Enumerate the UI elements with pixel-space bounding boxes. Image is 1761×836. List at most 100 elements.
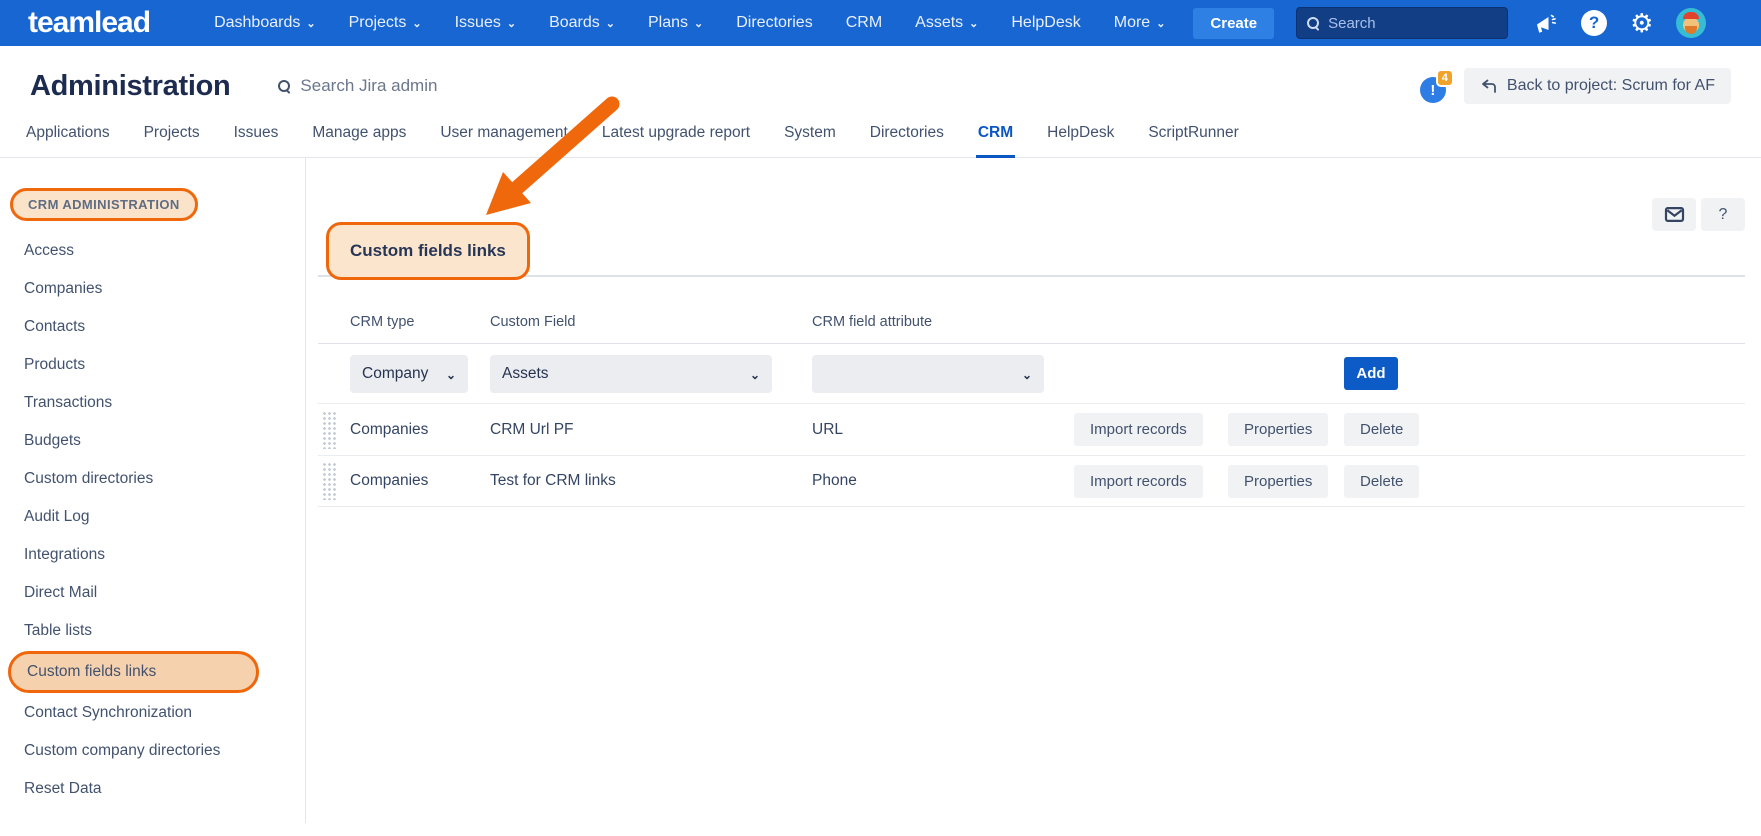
admin-search[interactable]: [278, 76, 530, 96]
tab-crm[interactable]: CRM: [976, 120, 1015, 157]
chevron-down-icon: ⌄: [606, 19, 615, 30]
sidebar-item-table-lists[interactable]: Table lists: [0, 612, 305, 650]
nav-directories[interactable]: Directories: [736, 14, 812, 32]
page: teamlead Dashboards⌄ Projects⌄ Issues⌄ B…: [0, 0, 1761, 836]
create-button[interactable]: Create: [1193, 8, 1274, 39]
cell-attribute: URL: [812, 421, 1074, 439]
tab-manage-apps[interactable]: Manage apps: [310, 120, 408, 157]
chevron-down-icon: ⌄: [306, 19, 315, 30]
admin-tabs: Applications Projects Issues Manage apps…: [0, 120, 1761, 158]
sidebar-item-budgets[interactable]: Budgets: [0, 422, 305, 460]
table-row: Companies Test for CRM links Phone Impor…: [318, 455, 1745, 507]
return-arrow-icon: [1480, 79, 1497, 94]
sidebar-item-custom-company-directories[interactable]: Custom company directories: [0, 732, 305, 770]
nav-crm[interactable]: CRM: [846, 14, 882, 32]
tab-helpdesk[interactable]: HelpDesk: [1045, 120, 1116, 157]
notification-indicator[interactable]: ! 4: [1420, 69, 1450, 103]
col-crm-field-attribute: CRM field attribute: [812, 314, 1074, 330]
import-records-button[interactable]: Import records: [1074, 465, 1203, 498]
cell-attribute: Phone: [812, 472, 1074, 490]
search-icon: [278, 80, 291, 93]
sidebar-list: Access Companies Contacts Products Trans…: [0, 232, 305, 808]
back-to-project-button[interactable]: Back to project: Scrum for AF: [1464, 68, 1731, 104]
tab-system[interactable]: System: [782, 120, 838, 157]
cell-crm-type: Companies: [350, 472, 490, 490]
sidebar-item-custom-fields-links[interactable]: Custom fields links: [8, 651, 259, 693]
navbar-menu: Dashboards⌄ Projects⌄ Issues⌄ Boards⌄ Pl…: [214, 14, 1165, 32]
chevron-down-icon: ⌄: [1156, 19, 1165, 30]
sidebar-item-direct-mail[interactable]: Direct Mail: [0, 574, 305, 612]
sidebar-item-companies[interactable]: Companies: [0, 270, 305, 308]
chevron-down-icon: ⌄: [507, 19, 516, 30]
col-custom-field: Custom Field: [490, 314, 812, 330]
sidebar-item-contacts[interactable]: Contacts: [0, 308, 305, 346]
nav-plans[interactable]: Plans⌄: [648, 14, 703, 32]
chevron-down-icon: ⌄: [412, 19, 421, 30]
tab-scriptrunner[interactable]: ScriptRunner: [1146, 120, 1240, 157]
search-icon: [1307, 17, 1320, 30]
delete-button[interactable]: Delete: [1344, 465, 1419, 498]
tab-latest-upgrade-report[interactable]: Latest upgrade report: [600, 120, 752, 157]
heading-row: Custom fields links: [318, 158, 1745, 277]
delete-button[interactable]: Delete: [1344, 413, 1419, 446]
page-title: Administration: [30, 70, 230, 103]
main-panel: ? Custom fields links CRM type Custom Fi…: [306, 158, 1761, 823]
crm-type-select[interactable]: Company ⌄: [350, 355, 468, 393]
gear-icon[interactable]: ⚙: [1630, 10, 1653, 36]
drag-handle-icon[interactable]: [322, 411, 336, 449]
cell-custom-field: Test for CRM links: [490, 472, 812, 490]
sidebar-item-custom-directories[interactable]: Custom directories: [0, 460, 305, 498]
custom-field-select[interactable]: Assets ⌄: [490, 355, 772, 393]
avatar-cap: [1683, 12, 1699, 19]
sidebar-item-integrations[interactable]: Integrations: [0, 536, 305, 574]
chevron-down-icon: ⌄: [694, 19, 703, 30]
nav-dashboards[interactable]: Dashboards⌄: [214, 14, 316, 32]
nav-assets[interactable]: Assets⌄: [915, 14, 978, 32]
avatar-beard: [1685, 26, 1697, 34]
add-button[interactable]: Add: [1344, 357, 1398, 390]
tab-directories[interactable]: Directories: [868, 120, 946, 157]
crm-admin-sidebar: CRM ADMINISTRATION Access Companies Cont…: [0, 158, 306, 823]
tab-applications[interactable]: Applications: [24, 120, 112, 157]
navbar-search[interactable]: [1296, 7, 1508, 39]
nav-helpdesk[interactable]: HelpDesk: [1011, 14, 1080, 32]
help-icon[interactable]: ?: [1581, 10, 1607, 36]
tab-user-management[interactable]: User management: [438, 120, 570, 157]
table-row: Companies CRM Url PF URL Import records …: [318, 403, 1745, 455]
import-records-button[interactable]: Import records: [1074, 413, 1203, 446]
teamlead-logo[interactable]: teamlead: [28, 6, 150, 40]
cell-custom-field: CRM Url PF: [490, 421, 812, 439]
crm-field-attribute-select[interactable]: ⌄: [812, 355, 1044, 393]
megaphone-icon[interactable]: [1534, 11, 1558, 35]
sidebar-item-access[interactable]: Access: [0, 232, 305, 270]
section-title: Custom fields links: [350, 241, 506, 261]
tab-projects[interactable]: Projects: [142, 120, 202, 157]
nav-boards[interactable]: Boards⌄: [549, 14, 615, 32]
navbar-search-input[interactable]: [1328, 15, 1488, 32]
drag-handle-icon[interactable]: [322, 462, 336, 500]
sidebar-section-label: CRM ADMINISTRATION: [10, 188, 198, 221]
top-navbar: teamlead Dashboards⌄ Projects⌄ Issues⌄ B…: [0, 0, 1761, 46]
tab-issues[interactable]: Issues: [232, 120, 281, 157]
sidebar-item-audit-log[interactable]: Audit Log: [0, 498, 305, 536]
col-crm-type: CRM type: [350, 314, 490, 330]
admin-header-right: ! 4 Back to project: Scrum for AF: [1420, 68, 1731, 104]
sidebar-item-products[interactable]: Products: [0, 346, 305, 384]
content-area: CRM ADMINISTRATION Access Companies Cont…: [0, 158, 1761, 823]
properties-button[interactable]: Properties: [1228, 465, 1328, 498]
heading-annotation: Custom fields links: [326, 222, 530, 280]
chevron-down-icon: ⌄: [969, 19, 978, 30]
properties-button[interactable]: Properties: [1228, 413, 1328, 446]
sidebar-item-contact-synchronization[interactable]: Contact Synchronization: [0, 694, 305, 732]
nav-projects[interactable]: Projects⌄: [349, 14, 422, 32]
sidebar-item-transactions[interactable]: Transactions: [0, 384, 305, 422]
nav-more[interactable]: More⌄: [1114, 14, 1166, 32]
cell-crm-type: Companies: [350, 421, 490, 439]
table-header: CRM type Custom Field CRM field attribut…: [318, 300, 1745, 344]
avatar[interactable]: [1676, 8, 1706, 38]
sidebar-item-reset-data[interactable]: Reset Data: [0, 770, 305, 808]
chevron-down-icon: ⌄: [750, 369, 760, 381]
nav-issues[interactable]: Issues⌄: [455, 14, 516, 32]
admin-search-input[interactable]: [300, 76, 530, 96]
admin-header: Administration ! 4 Back to project: Scru…: [0, 46, 1761, 120]
